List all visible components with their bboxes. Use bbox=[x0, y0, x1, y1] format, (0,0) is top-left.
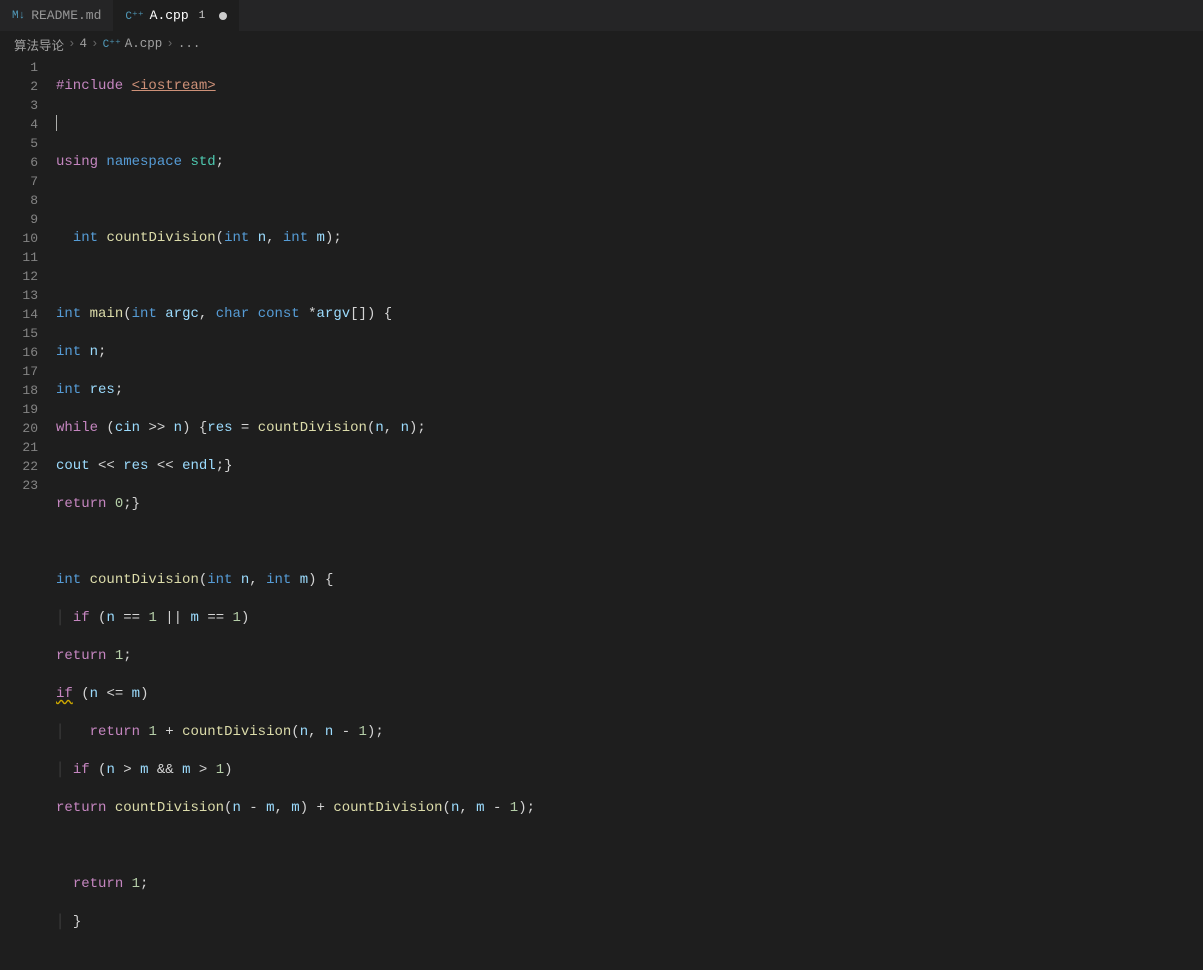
tab-a-cpp[interactable]: C⁺⁺ A.cpp 1 bbox=[113, 0, 239, 32]
line-number: 9 bbox=[0, 210, 38, 229]
line-number: 1 bbox=[0, 58, 38, 77]
line-number: 8 bbox=[0, 191, 38, 210]
line-number: 14 bbox=[0, 305, 38, 324]
line-number: 21 bbox=[0, 438, 38, 457]
breadcrumb-segment[interactable]: ... bbox=[178, 37, 201, 51]
line-number: 5 bbox=[0, 134, 38, 153]
line-number: 19 bbox=[0, 400, 38, 419]
cpp-icon: C⁺⁺ bbox=[103, 37, 121, 51]
line-number: 17 bbox=[0, 362, 38, 381]
breadcrumb[interactable]: 算法导论 › 4 › C⁺⁺ A.cpp › ... bbox=[0, 32, 1203, 56]
cpp-icon: C⁺⁺ bbox=[125, 9, 143, 23]
tab-label: README.md bbox=[31, 8, 101, 23]
line-number: 12 bbox=[0, 267, 38, 286]
line-number: 7 bbox=[0, 172, 38, 191]
markdown-icon: M↓ bbox=[12, 10, 25, 22]
line-number: 23 bbox=[0, 476, 38, 495]
line-number: 6 bbox=[0, 153, 38, 172]
tab-bar: M↓ README.md C⁺⁺ A.cpp 1 bbox=[0, 0, 1203, 32]
line-number: 16 bbox=[0, 343, 38, 362]
chevron-right-icon: › bbox=[91, 37, 99, 51]
line-number: 18 bbox=[0, 381, 38, 400]
line-number: 22 bbox=[0, 457, 38, 476]
tab-label: A.cpp bbox=[150, 8, 189, 23]
dirty-indicator-icon bbox=[219, 12, 227, 20]
chevron-right-icon: › bbox=[68, 37, 76, 51]
breadcrumb-segment[interactable]: A.cpp bbox=[125, 37, 163, 51]
line-number: 4 bbox=[0, 115, 38, 134]
code-editor[interactable]: 1234567891011121314151617181920212223 #i… bbox=[0, 56, 1203, 559]
line-number: 20 bbox=[0, 419, 38, 438]
line-number: 3 bbox=[0, 96, 38, 115]
line-number: 15 bbox=[0, 324, 38, 343]
chevron-right-icon: › bbox=[166, 37, 174, 51]
line-number-gutter: 1234567891011121314151617181920212223 bbox=[0, 56, 56, 559]
tab-readme[interactable]: M↓ README.md bbox=[0, 0, 113, 32]
tab-problem-badge: 1 bbox=[195, 10, 210, 22]
breadcrumb-segment[interactable]: 4 bbox=[80, 37, 88, 51]
code-content[interactable]: #include <iostream> using namespace std;… bbox=[56, 56, 1203, 559]
line-number: 2 bbox=[0, 77, 38, 96]
text-cursor-icon bbox=[56, 115, 57, 131]
line-number: 11 bbox=[0, 248, 38, 267]
line-number: 13 bbox=[0, 286, 38, 305]
line-number: 10 bbox=[0, 229, 38, 248]
breadcrumb-segment[interactable]: 算法导论 bbox=[14, 35, 64, 54]
